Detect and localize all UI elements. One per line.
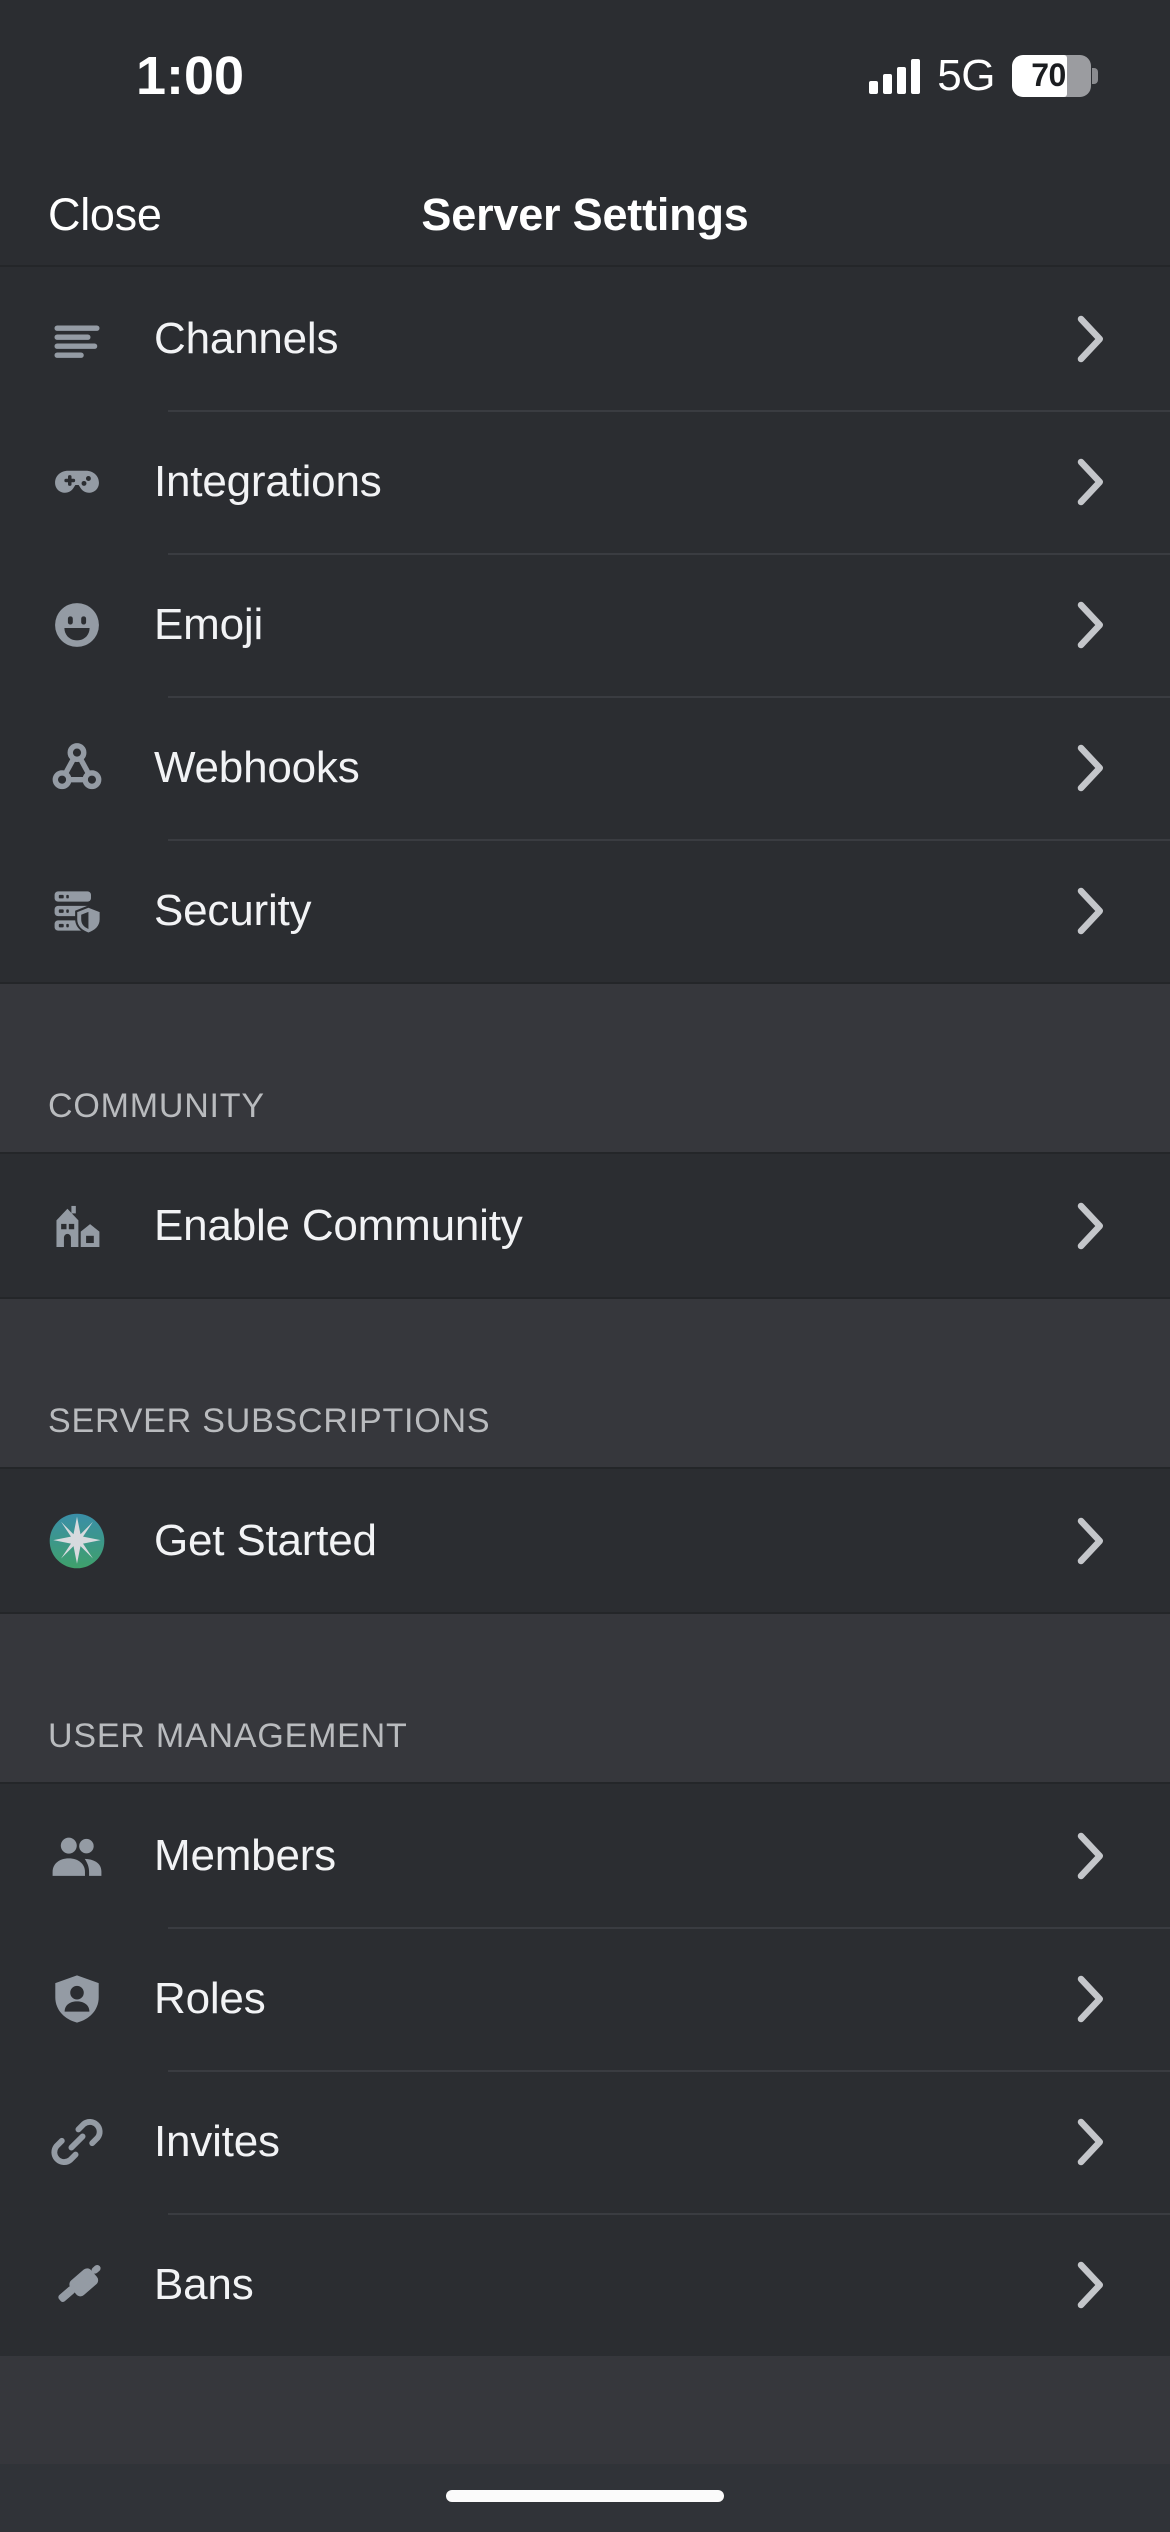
hammer-icon xyxy=(48,2256,106,2314)
chevron-right-icon xyxy=(1074,600,1108,650)
chevron-right-icon xyxy=(1074,1201,1108,1251)
settings-row-roles[interactable]: Roles xyxy=(0,1927,1170,2070)
cellular-signal-icon xyxy=(869,58,920,94)
page-title: Server Settings xyxy=(0,189,1170,241)
chevron-right-icon xyxy=(1074,1974,1108,2024)
settings-row-bans[interactable]: Bans xyxy=(0,2213,1170,2356)
network-type-label: 5G xyxy=(937,51,995,101)
battery-percent-label: 70 xyxy=(1012,55,1091,97)
settings-row-invites[interactable]: Invites xyxy=(0,2070,1170,2213)
settings-row-label: Invites xyxy=(154,2117,1074,2167)
webhook-icon xyxy=(48,739,106,797)
chevron-right-icon xyxy=(1074,886,1108,936)
chevron-right-icon xyxy=(1074,1831,1108,1881)
channels-icon xyxy=(48,310,106,368)
people-icon xyxy=(48,1827,106,1885)
chevron-right-icon xyxy=(1074,2260,1108,2310)
settings-row-members[interactable]: Members xyxy=(0,1784,1170,1927)
settings-row-integrations[interactable]: Integrations xyxy=(0,410,1170,553)
settings-row-webhooks[interactable]: Webhooks xyxy=(0,696,1170,839)
settings-row-label: Security xyxy=(154,886,1074,936)
settings-row-label: Emoji xyxy=(154,600,1074,650)
settings-row-label: Enable Community xyxy=(154,1201,1074,1251)
settings-row-label: Get Started xyxy=(154,1516,1074,1566)
status-bar-indicators: 5G 70 xyxy=(869,0,1098,165)
settings-row-label: Channels xyxy=(154,314,1074,364)
settings-row-label: Roles xyxy=(154,1974,1074,2024)
status-bar-time: 1:00 xyxy=(0,0,380,165)
section-community: Enable Community xyxy=(0,1152,1170,1299)
section-user-management: Members Roles xyxy=(0,1782,1170,2356)
settings-row-get-started[interactable]: Get Started xyxy=(0,1469,1170,1612)
link-icon xyxy=(48,2113,106,2171)
server-shield-icon xyxy=(48,882,106,940)
server-settings-screen: 1:00 5G 70 Close Server Settings xyxy=(0,0,1170,2532)
settings-list[interactable]: Channels Integrations xyxy=(0,267,1170,2464)
section-header-community: COMMUNITY xyxy=(0,984,1170,1152)
section-header-server-subscriptions: SERVER SUBSCRIPTIONS xyxy=(0,1299,1170,1467)
chevron-right-icon xyxy=(1074,743,1108,793)
section-header-user-management: USER MANAGEMENT xyxy=(0,1614,1170,1782)
chevron-right-icon xyxy=(1074,2117,1108,2167)
settings-row-label: Members xyxy=(154,1831,1074,1881)
settings-row-label: Integrations xyxy=(154,457,1074,507)
smiley-icon xyxy=(48,596,106,654)
gamepad-icon xyxy=(48,453,106,511)
list-bottom-gap xyxy=(0,2356,1170,2398)
settings-row-channels[interactable]: Channels xyxy=(0,267,1170,410)
settings-row-label: Webhooks xyxy=(154,743,1074,793)
shield-person-icon xyxy=(48,1970,106,2028)
status-bar: 1:00 5G 70 xyxy=(0,0,1170,165)
settings-row-label: Bans xyxy=(154,2260,1074,2310)
battery-icon: 70 xyxy=(1012,55,1098,97)
buildings-icon xyxy=(48,1197,106,1255)
home-indicator[interactable] xyxy=(446,2490,724,2502)
navigation-bar: Close Server Settings xyxy=(0,165,1170,267)
sparkle-star-badge-icon xyxy=(48,1512,106,1570)
settings-row-security[interactable]: Security xyxy=(0,839,1170,982)
home-indicator-area xyxy=(0,2464,1170,2532)
settings-row-enable-community[interactable]: Enable Community xyxy=(0,1154,1170,1297)
section-server-subscriptions: Get Started xyxy=(0,1467,1170,1614)
settings-row-emoji[interactable]: Emoji xyxy=(0,553,1170,696)
section-server-settings-primary: Channels Integrations xyxy=(0,267,1170,984)
chevron-right-icon xyxy=(1074,314,1108,364)
chevron-right-icon xyxy=(1074,457,1108,507)
chevron-right-icon xyxy=(1074,1516,1108,1566)
